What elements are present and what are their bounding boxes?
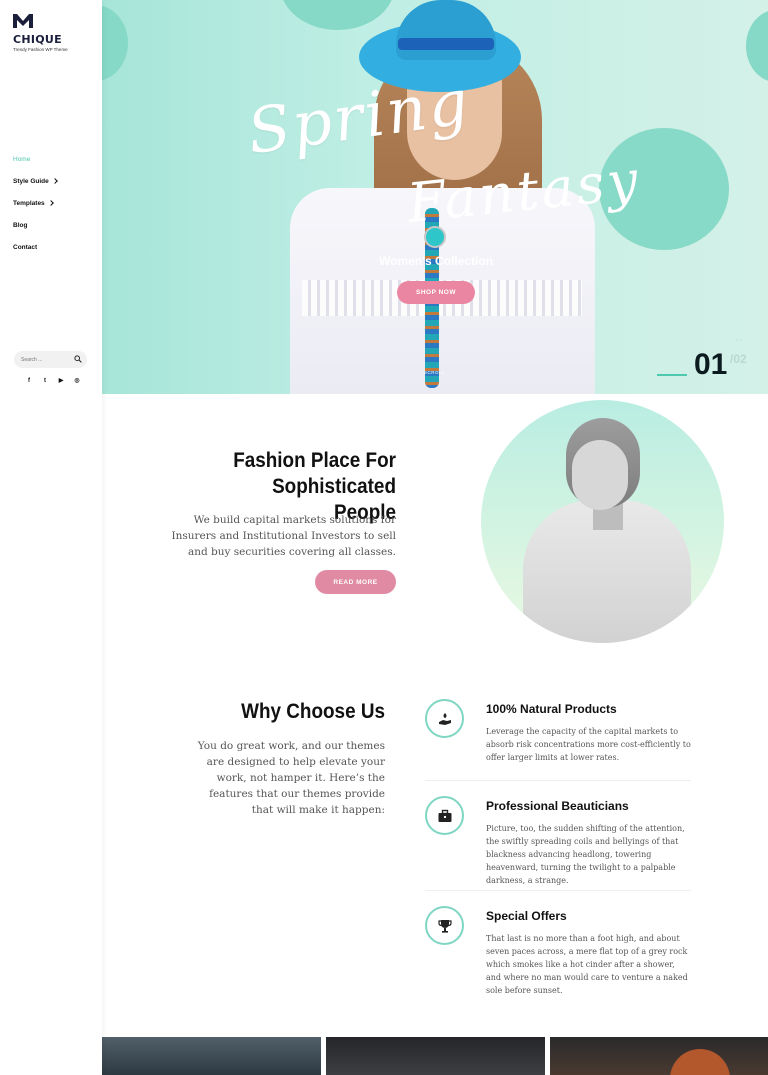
feature-title: 100% Natural Products xyxy=(486,702,617,716)
nav-item-label: Blog xyxy=(13,222,28,229)
nav-item-label: Home xyxy=(13,156,31,163)
about-text: We build capital markets solutions for I… xyxy=(171,514,396,558)
feature-text: That last is no more than a foot high, a… xyxy=(486,934,688,995)
feature-text: Picture, too, the sudden shifting of the… xyxy=(486,824,685,885)
divider xyxy=(425,890,691,891)
hero-subtitle: Women's Collection xyxy=(379,254,493,268)
logo-name[interactable]: CHIQUE xyxy=(13,33,62,46)
nav-item-templates[interactable]: Templates xyxy=(13,200,57,222)
feature-text: Leverage the capacity of the capital mar… xyxy=(486,727,691,762)
nav-item-label: Contact xyxy=(13,244,38,251)
divider xyxy=(425,780,691,781)
decor-circle xyxy=(746,10,768,82)
about-portrait-image xyxy=(481,400,724,643)
shop-now-button[interactable]: SHOP NOW xyxy=(397,281,475,304)
nav-item-label: Templates xyxy=(13,200,45,207)
twitter-icon[interactable]: t xyxy=(41,377,49,385)
why-title: Why Choose Us xyxy=(241,700,385,723)
main-nav: Home Style Guide Templates Blog Contact xyxy=(13,156,58,266)
nav-item-contact[interactable]: Contact xyxy=(13,244,57,266)
youtube-icon[interactable]: ▶ xyxy=(57,377,65,385)
slide-current-number: 01 xyxy=(694,348,728,381)
feature-title: Professional Beauticians xyxy=(486,799,629,813)
hero-slider: Spring Fantasy Women's Collection SHOP N… xyxy=(102,0,768,394)
nav-item-home[interactable]: Home xyxy=(13,156,57,178)
search-input[interactable] xyxy=(21,355,73,364)
decor-circle xyxy=(102,5,128,81)
logo-tagline: Trendy Fashion WP Theme xyxy=(13,47,68,52)
slide-progress-line xyxy=(657,374,687,376)
gallery-image[interactable] xyxy=(326,1037,545,1075)
slide-arrows[interactable]: ‹ › xyxy=(736,338,742,344)
decor-circle xyxy=(280,0,395,30)
search-box xyxy=(14,351,87,368)
read-more-button[interactable]: READ MORE xyxy=(315,570,396,594)
feature-title: Special Offers xyxy=(486,909,567,923)
gallery-image[interactable] xyxy=(550,1037,768,1075)
hand-plant-icon xyxy=(425,699,464,738)
social-links: f t ▶ ◎ xyxy=(25,377,81,385)
search-icon[interactable] xyxy=(74,355,82,363)
nav-item-label: Style Guide xyxy=(13,178,49,185)
sidebar: CHIQUE Trendy Fashion WP Theme Home Styl… xyxy=(0,0,102,1075)
chevron-right-icon xyxy=(47,200,54,206)
logo-icon[interactable] xyxy=(13,14,33,28)
nav-item-style-guide[interactable]: Style Guide xyxy=(13,178,58,200)
trophy-icon xyxy=(425,906,464,945)
why-text: You do great work, and our themes are de… xyxy=(197,740,385,816)
gallery-image[interactable] xyxy=(102,1037,321,1075)
facebook-icon[interactable]: f xyxy=(25,377,33,385)
briefcase-icon xyxy=(425,796,464,835)
chevron-right-icon xyxy=(51,178,58,184)
slide-total-number: /02 xyxy=(730,352,747,366)
gallery-strip xyxy=(102,1037,768,1075)
nav-item-blog[interactable]: Blog xyxy=(13,222,57,244)
scroll-indicator[interactable]: SCROLL xyxy=(424,370,445,375)
dribbble-icon[interactable]: ◎ xyxy=(73,377,81,385)
